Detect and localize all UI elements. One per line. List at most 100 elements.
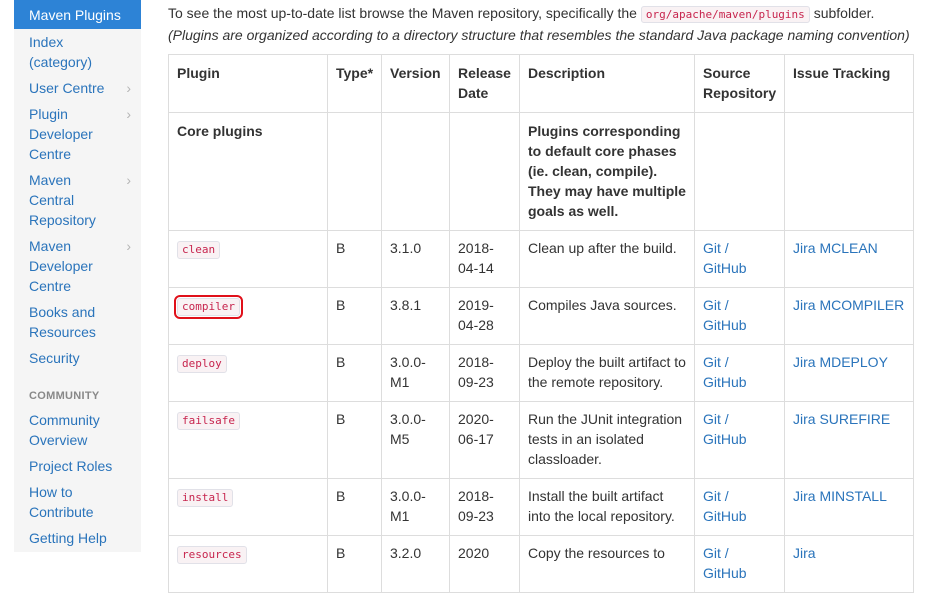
sidebar-item-maven-central-repository[interactable]: Maven Central Repository › bbox=[14, 167, 141, 233]
plugins-table: Plugin Type* Version Release Date Descri… bbox=[168, 54, 914, 593]
version-cell: 3.0.0-M5 bbox=[381, 401, 450, 479]
table-cell bbox=[784, 112, 914, 231]
sidebar-item-index-category[interactable]: Index (category) bbox=[14, 29, 141, 75]
version-cell: 3.8.1 bbox=[381, 287, 450, 345]
issue-tracking-link[interactable]: Jira MDEPLOY bbox=[784, 344, 914, 402]
description-cell-text: Clean up after the build. bbox=[528, 240, 677, 256]
plugin-cell: clean bbox=[168, 230, 328, 288]
plugin-cell: compiler bbox=[168, 287, 328, 345]
header-source-repository: Source Repository bbox=[694, 54, 785, 113]
source-repository-link-text[interactable]: Git / GitHub bbox=[703, 354, 747, 390]
core-plugins-label: Core plugins bbox=[168, 112, 328, 231]
description-cell: Compiles Java sources. bbox=[519, 287, 695, 345]
issue-tracking-link-text[interactable]: Jira MDEPLOY bbox=[793, 354, 888, 370]
sidebar-item-label: Plugin Developer Centre bbox=[29, 106, 93, 162]
source-repository-link[interactable]: Git / GitHub bbox=[694, 478, 785, 536]
header-description: Description bbox=[519, 54, 695, 113]
chevron-right-icon: › bbox=[126, 80, 131, 96]
type-cell: B bbox=[327, 230, 382, 288]
plugin-name-link[interactable]: compiler bbox=[174, 295, 243, 319]
plugin-name-link[interactable]: failsafe bbox=[177, 412, 240, 430]
description-cell: Install the built artifact into the loca… bbox=[519, 478, 695, 536]
plugin-name-link[interactable]: deploy bbox=[177, 355, 227, 373]
plugin-name-link[interactable]: resources bbox=[177, 546, 247, 564]
sidebar-item-maven-plugins[interactable]: Maven Plugins bbox=[14, 0, 141, 29]
issue-tracking-link-text[interactable]: Jira bbox=[793, 545, 816, 561]
type-cell: B bbox=[327, 401, 382, 479]
issue-tracking-link[interactable]: Jira SUREFIRE bbox=[784, 401, 914, 479]
source-repository-link[interactable]: Git / GitHub bbox=[694, 230, 785, 288]
sidebar-item-books-and-resources[interactable]: Books and Resources bbox=[14, 299, 141, 345]
release-date-cell-text: 2018-09-23 bbox=[458, 488, 494, 524]
sidebar-item-maven-developer-centre[interactable]: Maven Developer Centre › bbox=[14, 233, 141, 299]
chevron-right-icon: › bbox=[126, 238, 131, 254]
release-date-cell: 2020-06-17 bbox=[449, 401, 520, 479]
table-row: clean B 3.1.0 2018-04-14 Clean up after the … bbox=[168, 230, 914, 288]
sidebar-header-community: COMMUNITY bbox=[29, 390, 100, 402]
issue-tracking-link[interactable]: Jira MCOMPILER bbox=[784, 287, 914, 345]
source-repository-link[interactable]: Git / GitHub bbox=[694, 287, 785, 345]
release-date-cell: 2018-09-23 bbox=[449, 478, 520, 536]
source-repository-link[interactable]: Git / GitHub bbox=[694, 535, 785, 593]
sidebar-community-items: Community Overview Project Roles How to Co… bbox=[14, 407, 141, 551]
sidebar-item-community-overview[interactable]: Community Overview bbox=[14, 407, 141, 453]
release-date-cell-text: 2018-09-23 bbox=[458, 354, 494, 390]
issue-tracking-link[interactable]: Jira MCLEAN bbox=[784, 230, 914, 288]
sidebar-item-label: Index (category) bbox=[29, 34, 93, 70]
version-cell-text: 3.8.1 bbox=[390, 297, 422, 313]
sidebar-item-project-roles[interactable]: Project Roles bbox=[14, 453, 141, 479]
source-repository-link[interactable]: Git / GitHub bbox=[694, 344, 785, 402]
intro-text: To see the most up-to-date list browse t… bbox=[168, 3, 928, 45]
table-cell bbox=[381, 112, 450, 231]
intro-note: (Plugins are organized according to a di… bbox=[168, 27, 910, 43]
version-cell-text: 3.0.0-M1 bbox=[390, 488, 426, 524]
issue-tracking-link-text[interactable]: Jira MINSTALL bbox=[793, 488, 887, 504]
source-repository-link-text[interactable]: Git / GitHub bbox=[703, 488, 747, 524]
header-release-date: Release Date bbox=[449, 54, 520, 113]
description-cell: Copy the resources to bbox=[519, 535, 695, 593]
header-plugin: Plugin bbox=[168, 54, 328, 113]
plugin-name-link[interactable]: install bbox=[177, 489, 234, 507]
version-cell-text: 3.1.0 bbox=[390, 240, 422, 256]
description-cell-text: Deploy the built artifact to the remote … bbox=[528, 354, 686, 390]
plugin-name-link[interactable]: clean bbox=[177, 241, 221, 259]
sidebar-item-plugin-developer-centre[interactable]: Plugin Developer Centre › bbox=[14, 101, 141, 167]
description-cell: Deploy the built artifact to the remote … bbox=[519, 344, 695, 402]
release-date-cell: 2020 bbox=[449, 535, 520, 593]
issue-tracking-link[interactable]: Jira MINSTALL bbox=[784, 478, 914, 536]
header-issue-tracking: Issue Tracking bbox=[784, 54, 914, 113]
sidebar-item-getting-help[interactable]: Getting Help bbox=[14, 525, 141, 551]
type-cell: B bbox=[327, 344, 382, 402]
source-repository-link-text[interactable]: Git / GitHub bbox=[703, 297, 747, 333]
intro-before: To see the most up-to-date list browse t… bbox=[168, 5, 637, 21]
header-type: Type* bbox=[327, 54, 382, 113]
version-cell: 3.0.0-M1 bbox=[381, 478, 450, 536]
type-cell-text: B bbox=[336, 354, 346, 370]
table-cell bbox=[694, 112, 785, 231]
description-cell-text: Run the JUnit integration tests in an is… bbox=[528, 411, 683, 467]
issue-tracking-link-text[interactable]: Jira SUREFIRE bbox=[793, 411, 890, 427]
intro-line: To see the most up-to-date list browse t… bbox=[168, 3, 928, 25]
release-date-cell-text: 2019-04-28 bbox=[458, 297, 494, 333]
sidebar-item-label: Security bbox=[29, 350, 80, 366]
sidebar-item-security[interactable]: Security bbox=[14, 345, 141, 371]
release-date-cell-text: 2018-04-14 bbox=[458, 240, 494, 276]
issue-tracking-link-text[interactable]: Jira MCLEAN bbox=[793, 240, 878, 256]
sidebar-item-label: Books and Resources bbox=[29, 304, 96, 340]
description-cell-text: Compiles Java sources. bbox=[528, 297, 677, 313]
source-repository-link[interactable]: Git / GitHub bbox=[694, 401, 785, 479]
type-cell: B bbox=[327, 478, 382, 536]
source-repository-link-text[interactable]: Git / GitHub bbox=[703, 411, 747, 447]
source-repository-link-text[interactable]: Git / GitHub bbox=[703, 240, 747, 276]
sidebar-item-how-to-contribute[interactable]: How to Contribute bbox=[14, 479, 141, 525]
table-cell bbox=[327, 112, 382, 231]
issue-tracking-link[interactable]: Jira bbox=[784, 535, 914, 593]
chevron-right-icon: › bbox=[126, 106, 131, 122]
type-cell-text: B bbox=[336, 545, 346, 561]
table-row: failsafe B 3.0.0-M5 2020-06-17 Run the JUnit… bbox=[168, 401, 914, 479]
sidebar-item-user-centre[interactable]: User Centre › bbox=[14, 75, 141, 101]
table-row: compiler B 3.8.1 2019-04-28 Compiles Java so… bbox=[168, 287, 914, 345]
source-repository-link-text[interactable]: Git / GitHub bbox=[703, 545, 747, 581]
issue-tracking-link-text[interactable]: Jira MCOMPILER bbox=[793, 297, 904, 313]
table-row: deploy B 3.0.0-M1 2018-09-23 Deploy the buil… bbox=[168, 344, 914, 402]
